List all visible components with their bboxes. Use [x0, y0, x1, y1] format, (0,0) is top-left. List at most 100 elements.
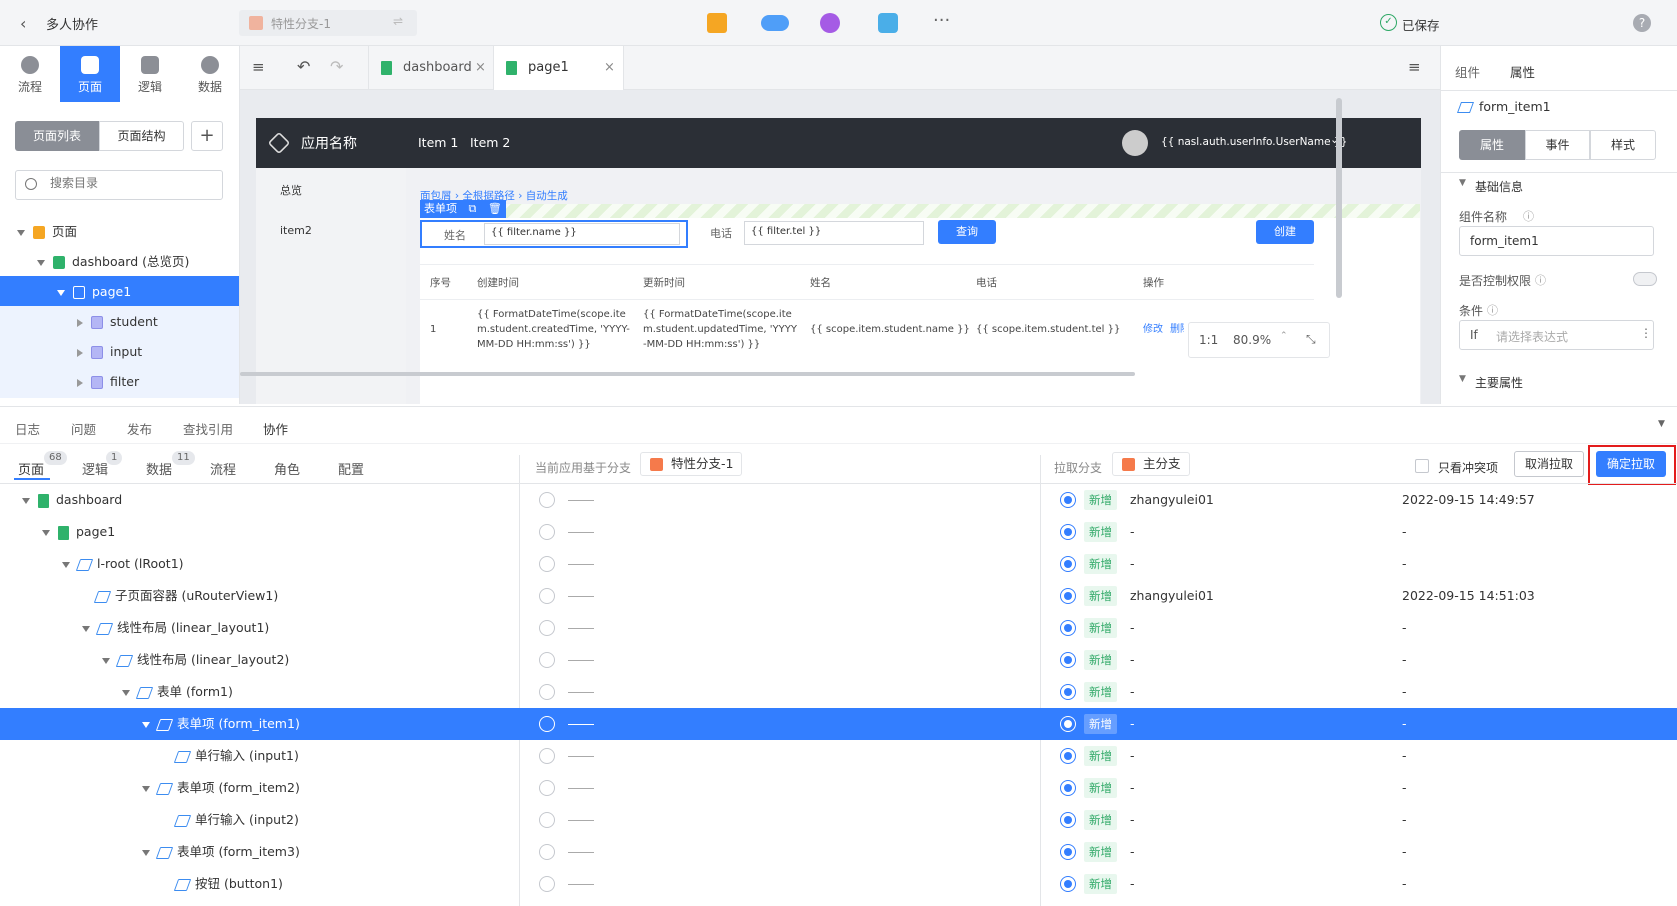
chevron-down-icon[interactable] — [62, 561, 70, 568]
pull-branch-radio[interactable] — [1060, 588, 1076, 604]
chevron-down-icon[interactable] — [22, 497, 30, 504]
table-row[interactable]: 线性布局 (linear_layout1) 新增 - - — [0, 612, 1677, 644]
branch-switcher[interactable]: 特性分支-1 ⇌ — [239, 10, 417, 36]
zoom-reset-button[interactable]: 1:1 — [1199, 333, 1218, 347]
current-branch-radio[interactable] — [539, 492, 555, 508]
diff-tree-node[interactable]: 表单项 (form_item2) — [142, 772, 300, 804]
tree-item-dashboard[interactable]: dashboard (总览页) — [0, 246, 239, 278]
diff-tree-node[interactable]: l-root (lRoot1) — [62, 548, 184, 580]
pull-branch-radio[interactable] — [1060, 524, 1076, 540]
diff-tree-node[interactable]: 单行输入 (input2) — [162, 804, 299, 836]
collapse-panel-icon[interactable]: ≡ — [1408, 58, 1421, 76]
redo-icon[interactable]: ↷ — [330, 57, 343, 76]
preview-icon[interactable] — [707, 13, 727, 33]
zoom-down-icon[interactable]: ⌃ — [1280, 331, 1288, 341]
current-branch-radio[interactable] — [539, 748, 555, 764]
tree-item-filter[interactable]: filter — [0, 366, 239, 398]
diff-tree-node[interactable]: 表单项 (form_item3) — [142, 836, 300, 868]
publish-icon[interactable] — [820, 13, 840, 33]
sync-icon[interactable] — [878, 13, 898, 33]
current-branch-radio[interactable] — [539, 844, 555, 860]
seg-style[interactable]: 样式 — [1590, 130, 1656, 160]
diff-tree-node[interactable]: 单行输入 (input1) — [162, 740, 299, 772]
pull-branch-radio[interactable] — [1060, 492, 1076, 508]
confirm-pull-button[interactable]: 确定拉取 — [1596, 451, 1666, 477]
fit-screen-icon[interactable]: ⤡ — [1306, 332, 1316, 347]
chevron-down-icon[interactable] — [37, 259, 45, 266]
collapse-sidebar-icon[interactable]: ≡ — [252, 58, 265, 76]
tab-publish[interactable]: 发布 — [127, 419, 152, 438]
table-row[interactable]: dashboard 新增 zhangyulei01 2022-09-15 14:49:… — [0, 484, 1677, 516]
current-branch-radio[interactable] — [539, 812, 555, 828]
table-row[interactable]: 表单项 (form_item3) 新增 - - — [0, 836, 1677, 868]
chevron-down-icon[interactable] — [142, 785, 150, 792]
tree-item-page1[interactable]: page1 — [0, 276, 239, 308]
table-row[interactable]: 按钮 (button1) 新增 - - — [0, 868, 1677, 900]
seg-event[interactable]: 事件 — [1525, 130, 1590, 160]
pull-branch-radio[interactable] — [1060, 876, 1076, 892]
tab-dashboard[interactable]: dashboard × — [368, 46, 494, 90]
cat-tab-role[interactable]: 角色 — [274, 459, 300, 478]
preview-side-item[interactable]: item2 — [280, 224, 312, 237]
chevron-down-icon[interactable] — [42, 529, 50, 536]
chevron-right-icon[interactable] — [77, 348, 83, 357]
copy-icon[interactable]: ⧉ — [469, 202, 477, 215]
cat-tab-data[interactable]: 数据 11 — [146, 451, 195, 478]
table-row[interactable]: 子页面容器 (uRouterView1) 新增 zhangyulei01 2022-0… — [0, 580, 1677, 612]
tab-collab[interactable]: 协作 — [263, 419, 288, 438]
pull-branch-radio[interactable] — [1060, 684, 1076, 700]
pull-branch-radio[interactable] — [1060, 748, 1076, 764]
diff-tree-node[interactable]: 子页面容器 (uRouterView1) — [82, 580, 278, 612]
chevron-right-icon[interactable] — [77, 378, 83, 387]
tree-search-input[interactable] — [50, 176, 210, 190]
pull-branch-radio[interactable] — [1060, 844, 1076, 860]
nav-tab-flow[interactable]: 流程 — [0, 46, 60, 102]
tab-references[interactable]: 查找引用 — [183, 419, 233, 438]
table-row[interactable]: 单行输入 (input1) 新增 - - — [0, 740, 1677, 772]
chevron-down-icon[interactable]: ▼ — [1459, 374, 1466, 384]
query-button[interactable]: 查询 — [938, 220, 996, 244]
canvas-h-scrollbar[interactable] — [240, 372, 1135, 376]
current-branch-radio[interactable] — [539, 684, 555, 700]
preview-side-item[interactable]: 总览 — [280, 182, 302, 198]
more-vertical-icon[interactable]: ⋮ — [1640, 326, 1652, 340]
tab-components[interactable]: 组件 — [1455, 62, 1480, 81]
preview-nav-item-2[interactable]: Item 2 — [470, 135, 510, 150]
table-row[interactable]: l-root (lRoot1) 新增 - - — [0, 548, 1677, 580]
tab-page1[interactable]: page1 × — [494, 46, 624, 90]
cloud-icon[interactable] — [761, 15, 789, 31]
seg-page-structure[interactable]: 页面结构 — [99, 121, 184, 151]
chevron-down-icon[interactable] — [122, 689, 130, 696]
diff-tree-node[interactable]: 按钮 (button1) — [162, 868, 283, 900]
delete-icon[interactable]: 🗑 — [488, 202, 502, 215]
tree-item-pages[interactable]: 页面 — [0, 216, 239, 248]
cat-tab-config[interactable]: 配置 — [338, 459, 364, 478]
nav-tab-data[interactable]: 数据 — [180, 46, 239, 102]
canvas-v-scrollbar[interactable] — [1336, 98, 1342, 298]
pull-branch-radio[interactable] — [1060, 780, 1076, 796]
chevron-down-icon[interactable]: ▼ — [1459, 178, 1466, 188]
current-branch-radio[interactable] — [539, 524, 555, 540]
name-input[interactable]: {{ filter.name }} — [484, 223, 680, 245]
undo-icon[interactable]: ↶ — [297, 57, 310, 76]
chevron-right-icon[interactable] — [77, 318, 83, 327]
close-icon[interactable]: × — [475, 46, 486, 90]
diff-tree-node[interactable]: 线性布局 (linear_layout2) — [102, 644, 289, 676]
table-row[interactable]: 表单项 (form_item2) 新增 - - — [0, 772, 1677, 804]
current-branch-radio[interactable] — [539, 652, 555, 668]
pull-branch-radio[interactable] — [1060, 716, 1076, 732]
current-branch-radio[interactable] — [539, 876, 555, 892]
current-branch-radio[interactable] — [539, 620, 555, 636]
current-branch-radio[interactable] — [539, 716, 555, 732]
tab-log[interactable]: 日志 — [15, 419, 40, 438]
conflict-only-checkbox[interactable] — [1415, 459, 1429, 473]
chevron-down-icon[interactable] — [17, 229, 25, 236]
chevron-down-icon[interactable] — [102, 657, 110, 664]
tree-item-student[interactable]: student — [0, 306, 239, 338]
nav-tab-logic[interactable]: 逻辑 — [120, 46, 180, 102]
delete-link[interactable]: 删除 — [1170, 322, 1184, 337]
help-icon[interactable]: ? — [1633, 14, 1651, 32]
edit-link[interactable]: 修改 — [1143, 322, 1163, 337]
table-row[interactable]: 线性布局 (linear_layout2) 新增 - - — [0, 644, 1677, 676]
diff-tree-node[interactable]: page1 — [42, 516, 115, 548]
